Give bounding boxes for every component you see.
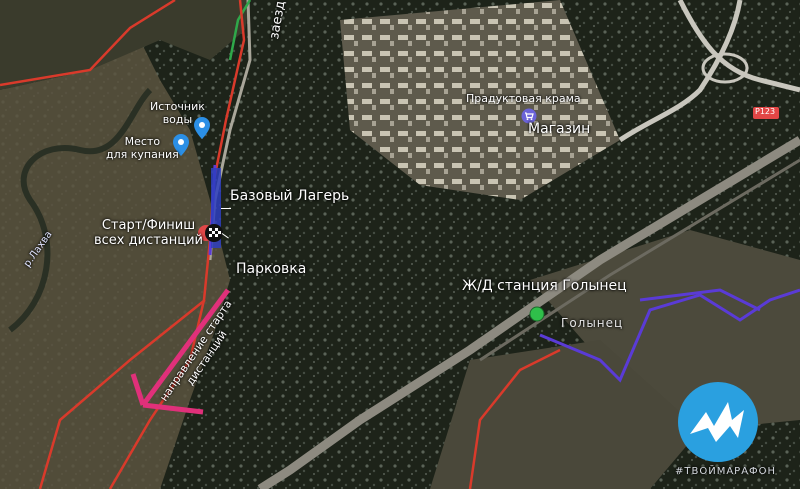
road-number-label: Р123	[755, 107, 776, 116]
satellite-map[interactable]: заезд Источник воды Место для купания Ба…	[0, 0, 800, 489]
village-label: Голынец	[561, 316, 624, 330]
brand-caption: #ТВОЙМАРАФОН	[675, 466, 777, 477]
mountain-m-logo-icon	[678, 382, 758, 462]
shop-poi-label: Прадуктовая крама	[466, 92, 581, 105]
brand-logo	[676, 380, 760, 464]
start-finish-label: Старт/Финиш всех дистанций	[94, 218, 204, 248]
base-camp-leader-line	[221, 208, 231, 209]
swim-place-label: Место для купания	[106, 135, 179, 161]
shop-label: Магазин	[528, 121, 591, 137]
water-source-label: Источник воды	[150, 100, 205, 126]
rail-station-label: Ж/Д станция Голынец	[462, 278, 627, 294]
base-camp-label: Базовый Лагерь	[230, 188, 350, 204]
parking-label: Парковка	[236, 261, 307, 277]
rail-station-green-dot-icon[interactable]	[529, 306, 545, 322]
